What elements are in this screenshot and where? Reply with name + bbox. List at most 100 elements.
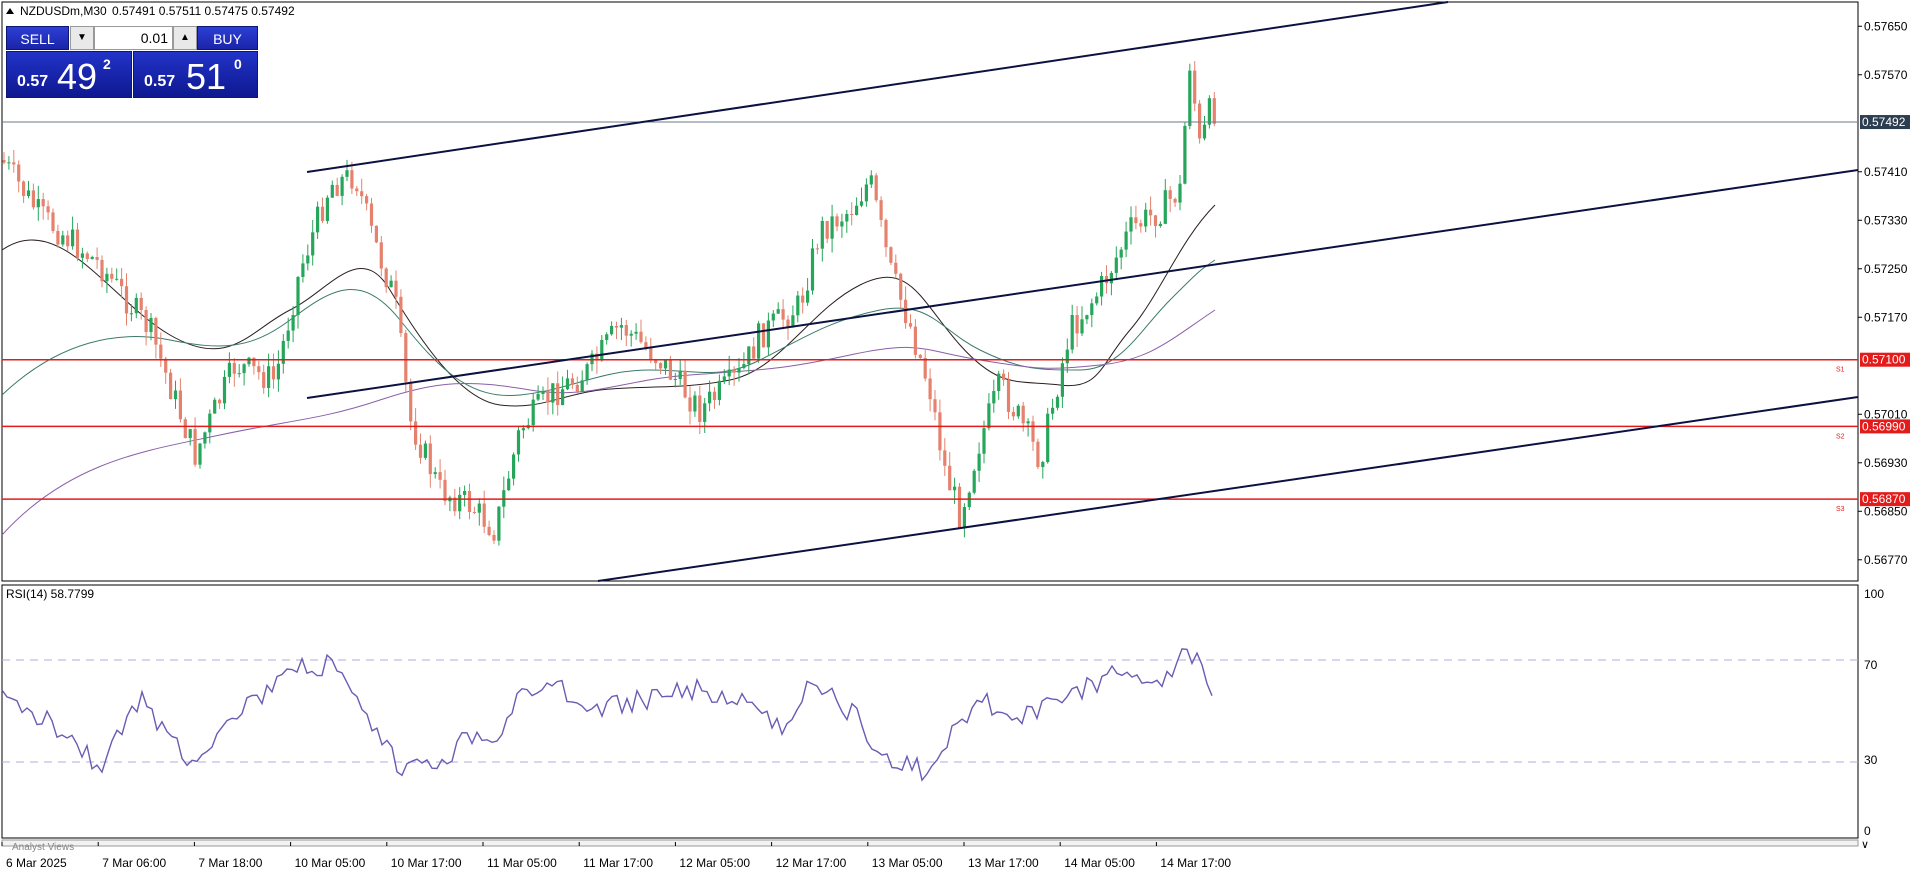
ma-dark-line bbox=[1, 204, 1216, 407]
candle-body bbox=[51, 212, 55, 231]
candle-body bbox=[781, 309, 785, 320]
candle-body bbox=[771, 313, 775, 321]
candle-body bbox=[301, 263, 305, 278]
collapse-chevron-icon[interactable]: ∨ bbox=[1861, 839, 1869, 851]
moving-averages bbox=[1, 204, 1216, 536]
candle-body bbox=[796, 295, 800, 316]
sell-button[interactable]: SELL bbox=[6, 26, 69, 50]
candle-body bbox=[923, 357, 927, 379]
buy-price-big: 51 bbox=[186, 56, 227, 97]
candle-body bbox=[325, 197, 329, 221]
candle-body bbox=[717, 380, 721, 401]
candle-body bbox=[512, 454, 516, 479]
channel-middle-line[interactable] bbox=[306, 169, 1859, 399]
buy-price-pip: 0 bbox=[234, 56, 242, 72]
candle-body bbox=[1036, 441, 1040, 468]
channel-upper-line[interactable] bbox=[306, 1, 1449, 173]
candle-body bbox=[139, 297, 143, 311]
candle-body bbox=[1188, 70, 1192, 126]
price-chart[interactable]: NZDUSDm,M30 0.57491 0.57511 0.57475 0.57… bbox=[0, 0, 1916, 874]
candle-body bbox=[1207, 98, 1211, 125]
candle-body bbox=[129, 313, 133, 315]
candle-body bbox=[801, 295, 805, 303]
candle-body bbox=[105, 273, 109, 282]
candle-body bbox=[580, 380, 584, 392]
sell-price-prefix: 0.57 bbox=[17, 73, 49, 90]
candle-body bbox=[908, 323, 913, 327]
price-tick-label: 0.56770 bbox=[1864, 553, 1908, 567]
analyst-views-tab[interactable] bbox=[1, 839, 1859, 847]
rsi-tick-label: 30 bbox=[1864, 753, 1878, 767]
price-tick-label: 0.57410 bbox=[1864, 165, 1908, 179]
candle-body bbox=[1134, 217, 1138, 224]
candle-body bbox=[1198, 103, 1202, 139]
buy-button[interactable]: BUY bbox=[197, 26, 258, 50]
candle-body bbox=[600, 339, 604, 361]
channel-lower-line[interactable] bbox=[597, 396, 1859, 582]
candle-body bbox=[531, 399, 535, 426]
candle-body bbox=[810, 248, 815, 291]
candle-body bbox=[556, 383, 560, 406]
candle-body bbox=[242, 364, 246, 374]
candle-body bbox=[879, 200, 883, 220]
candle-body bbox=[1129, 217, 1133, 232]
price-tick-label: 0.57250 bbox=[1864, 262, 1908, 276]
candle-body bbox=[369, 203, 374, 226]
chart-window[interactable]: NZDUSDm,M30 0.57491 0.57511 0.57475 0.57… bbox=[0, 0, 1916, 874]
candle-body bbox=[619, 325, 623, 328]
candle-body bbox=[463, 491, 467, 495]
candle-body bbox=[399, 296, 403, 334]
price-tick-label: 0.57010 bbox=[1864, 407, 1908, 421]
candle-body bbox=[291, 315, 295, 331]
lot-size-input[interactable]: 0.01 bbox=[94, 26, 173, 50]
candle-body bbox=[203, 432, 207, 444]
candle-body bbox=[521, 428, 525, 431]
lot-increase-button[interactable]: ▲ bbox=[173, 26, 197, 50]
candle-body bbox=[467, 491, 472, 513]
price-tick-label: 0.56850 bbox=[1864, 504, 1908, 518]
candle-body bbox=[433, 472, 437, 475]
candle-body bbox=[1173, 198, 1177, 203]
candle-body bbox=[159, 344, 163, 359]
support-level-label: 0.57100 bbox=[1862, 353, 1906, 367]
price-tick-label: 0.56930 bbox=[1864, 456, 1908, 470]
rsi-title: RSI(14) 58.7799 bbox=[6, 587, 94, 601]
time-tick-label: 6 Mar 2025 bbox=[6, 856, 67, 870]
candle-body bbox=[71, 229, 75, 247]
candle-body bbox=[85, 253, 89, 260]
triangle-up-icon[interactable] bbox=[6, 8, 14, 14]
candle-body bbox=[776, 309, 780, 314]
sell-price-pip: 2 bbox=[103, 56, 111, 72]
candle-body bbox=[663, 360, 668, 369]
candle-body bbox=[110, 273, 114, 279]
candle-body bbox=[31, 190, 35, 208]
candle-body bbox=[477, 503, 481, 513]
candle-body bbox=[722, 376, 726, 381]
candle-body bbox=[17, 164, 21, 182]
candle-body bbox=[100, 259, 104, 282]
candle-body bbox=[227, 362, 231, 377]
sell-price-display[interactable]: 0.57 49 2 bbox=[6, 51, 132, 98]
lot-decrease-button[interactable]: ▼ bbox=[70, 26, 94, 50]
candle-body bbox=[855, 205, 859, 215]
candle-body bbox=[703, 403, 707, 422]
candle-body bbox=[237, 373, 241, 375]
candle-body bbox=[1011, 411, 1015, 417]
ma-green-line bbox=[1, 259, 1216, 397]
support-level-tag: S2 bbox=[1836, 433, 1845, 440]
candle-body bbox=[845, 213, 849, 222]
current-price-label: 0.57492 bbox=[1862, 115, 1906, 129]
candle-body bbox=[1109, 272, 1113, 284]
candle-body bbox=[1002, 373, 1006, 380]
candle-body bbox=[1100, 276, 1104, 297]
candle-body bbox=[678, 370, 682, 380]
candle-body bbox=[394, 280, 398, 297]
candle-body bbox=[218, 399, 222, 404]
buy-price-display[interactable]: 0.57 51 0 bbox=[133, 51, 258, 98]
candle-body bbox=[389, 280, 393, 288]
candle-body bbox=[507, 478, 511, 491]
candle-body bbox=[1144, 209, 1148, 227]
candle-body bbox=[497, 506, 501, 541]
candle-body bbox=[1183, 125, 1187, 184]
candle-body bbox=[874, 175, 878, 201]
